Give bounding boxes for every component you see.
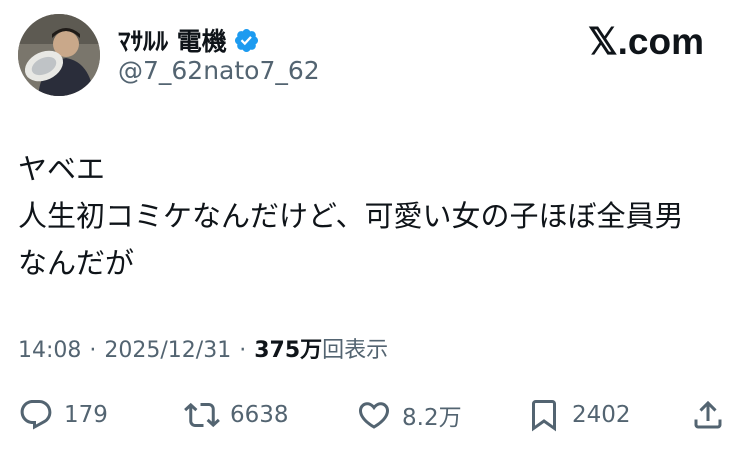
brand-logo: 𝕏.com: [587, 21, 704, 62]
avatar[interactable]: [18, 14, 100, 96]
reply-button[interactable]: 179: [18, 392, 108, 438]
repost-icon: [184, 402, 220, 428]
views-label: 回表示: [322, 338, 389, 363]
bookmark-button[interactable]: 2402: [526, 392, 631, 438]
display-name[interactable]: ﾏｻﾙﾙ 電機: [118, 22, 260, 58]
tweet-line: なんだが: [18, 246, 135, 280]
heart-icon: [358, 402, 390, 429]
bookmark-icon: [532, 400, 556, 432]
meta-separator: ·: [239, 338, 247, 363]
tweet-meta: 14:08 · 2025/12/31 · 375万 回表示: [18, 332, 388, 364]
avatar-photo: [18, 14, 100, 96]
tweet-time[interactable]: 14:08: [18, 338, 81, 363]
display-name-text: ﾏｻﾙﾙ 電機: [118, 27, 227, 56]
repost-count: 6638: [230, 402, 289, 428]
reply-count: 179: [64, 402, 108, 428]
verified-badge-icon: [233, 27, 260, 54]
reply-icon: [20, 400, 52, 430]
author-handle[interactable]: @7_62nato7_62: [118, 56, 320, 85]
tweet-line: ヤベエ: [18, 152, 106, 186]
tweet-line: 人生初コミケなんだけど、可愛い女の子ほぼ全員男: [18, 199, 684, 233]
meta-separator: ·: [89, 338, 97, 363]
like-button[interactable]: 8.2万: [356, 392, 462, 438]
views-count[interactable]: 375万: [254, 332, 322, 364]
share-button[interactable]: [690, 392, 726, 438]
like-count: 8.2万: [402, 405, 462, 431]
tweet-date[interactable]: 2025/12/31: [104, 338, 231, 363]
share-icon: [694, 400, 722, 429]
action-bar: 179 6638 8.2万 2402: [18, 392, 730, 438]
repost-button[interactable]: 6638: [184, 392, 289, 438]
tweet-text: ヤベエ 人生初コミケなんだけど、可愛い女の子ほぼ全員男 なんだが: [18, 146, 732, 287]
bookmark-count: 2402: [572, 402, 631, 428]
